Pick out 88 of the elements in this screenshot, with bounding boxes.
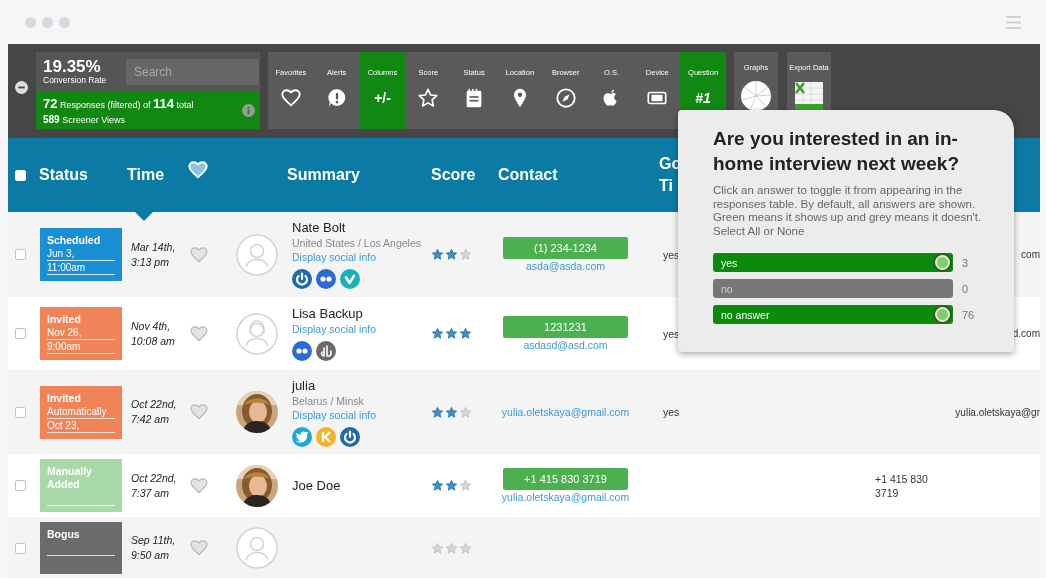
- table-cell: com: [1021, 249, 1040, 260]
- dots-icon[interactable]: [316, 269, 336, 289]
- answer-toggle[interactable]: no answer: [713, 305, 953, 324]
- email-link[interactable]: asdasd@asd.com: [523, 337, 608, 352]
- column-header[interactable]: Status: [32, 166, 127, 184]
- phone-button[interactable]: 1231231: [503, 315, 628, 338]
- select-all-checkbox[interactable]: [15, 169, 26, 181]
- column-header[interactable]: Time: [127, 166, 187, 184]
- response-time: Oct 22nd,: [131, 397, 178, 412]
- respondent-name: Lisa Backup: [292, 306, 364, 322]
- status-badge[interactable]: Invited Automatically Oct 23,: [40, 385, 122, 439]
- status-date: Oct 23,: [47, 418, 115, 433]
- column-header[interactable]: Summary: [287, 166, 425, 184]
- response-time: Mar 14th,: [131, 239, 177, 255]
- row-checkbox[interactable]: [15, 328, 26, 339]
- answer-count: 0: [962, 282, 969, 295]
- avatar-placeholder-icon: [236, 233, 278, 276]
- heart-icon: [279, 87, 302, 109]
- menu-icon[interactable]: [1006, 15, 1021, 29]
- conversion-rate-label: Conversion Rate: [43, 75, 108, 85]
- response-time: 7:42 am: [131, 412, 170, 427]
- status-badge[interactable]: Scheduled Jun 3, 11:00am: [40, 228, 122, 281]
- search-field[interactable]: Search: [126, 58, 259, 85]
- popover-title: Are you interested in an in-home interview next week?: [713, 127, 961, 176]
- column-header[interactable]: Score: [425, 166, 495, 184]
- row-checkbox[interactable]: [15, 542, 26, 554]
- conversion-rate: 19.35%: [43, 58, 102, 75]
- response-time: 10:08 am: [131, 333, 176, 349]
- collapse-icon[interactable]: [15, 81, 28, 94]
- bird-icon[interactable]: [292, 426, 312, 447]
- status-date: Jun 3,: [47, 247, 115, 261]
- respondent-location: Belarus / Minsk: [292, 393, 365, 408]
- status-date: Automatically: [47, 404, 115, 419]
- status-date: 11:00am: [47, 261, 115, 275]
- email-link[interactable]: asda@asda.com: [526, 258, 605, 273]
- star-icon: [417, 87, 440, 109]
- power-icon[interactable]: [292, 269, 312, 289]
- status-badge[interactable]: Bogus: [40, 522, 122, 574]
- avatar-placeholder-icon: [236, 527, 278, 569]
- social-info-link[interactable]: Display social info: [292, 322, 425, 336]
- response-time: Sep 11th,: [131, 533, 177, 548]
- status-date: 9:00am: [47, 340, 115, 354]
- column-header[interactable]: Contact: [495, 166, 640, 184]
- row-checkbox[interactable]: [15, 406, 26, 418]
- status-label: Scheduled: [47, 234, 102, 247]
- compass-icon: [554, 87, 577, 109]
- avatar-placeholder-icon: [236, 312, 278, 355]
- dots-icon[interactable]: [292, 341, 312, 361]
- screener-views: 589 Screener Views: [43, 113, 127, 125]
- window-controls-icon: [25, 16, 70, 28]
- table-cell: +1 415 830 3719: [875, 472, 928, 499]
- row-checkbox[interactable]: [15, 480, 26, 491]
- row-checkbox[interactable]: [15, 249, 26, 260]
- respondent-name: julia: [292, 377, 317, 394]
- respondent-location: United States / Los Angeles: [292, 236, 422, 250]
- email-link[interactable]: yulia.oletskaya@gmail.com: [501, 405, 630, 419]
- responses-count: 72 Responses (filtered) of 114 total: [43, 95, 194, 111]
- table-cell: yes: [663, 406, 680, 418]
- answer-count: 3: [962, 256, 969, 269]
- status-label: Bogus: [47, 528, 81, 541]
- table-cell: yulia.oletskaya@gr: [955, 406, 1040, 418]
- answer-toggle[interactable]: yes: [713, 253, 953, 272]
- response-time: Oct 22nd,: [131, 470, 178, 486]
- phone-button[interactable]: +1 415 830 3719: [503, 467, 628, 490]
- answer-count: 76: [962, 308, 975, 321]
- status-label: Invited: [47, 313, 82, 326]
- power-icon[interactable]: [340, 426, 360, 447]
- info-icon[interactable]: [242, 103, 255, 117]
- social-info-link[interactable]: Display social info: [292, 407, 425, 422]
- pie-chart-icon: [739, 80, 772, 112]
- phone-button[interactable]: (1) 234-1234: [503, 236, 628, 259]
- social-info-link[interactable]: Display social info: [292, 250, 425, 264]
- response-time: 9:50 am: [131, 548, 170, 563]
- email-link[interactable]: yulia.oletskaya@gmail.com: [501, 489, 630, 504]
- status-badge[interactable]: Invited Nov 26, 9:00am: [40, 307, 122, 360]
- vee-icon[interactable]: [340, 269, 360, 289]
- heart-icon[interactable]: [187, 159, 209, 181]
- response-time: 3:13 pm: [131, 254, 170, 270]
- alert-icon: [325, 87, 348, 109]
- status-label: Invited: [47, 391, 82, 405]
- respondent-name: Joe Doe: [292, 477, 342, 494]
- status-date: Nov 26,: [47, 326, 115, 340]
- response-time: Nov 4th,: [131, 318, 172, 334]
- status-label: Manually Added: [47, 465, 93, 491]
- respondent-name: Nate Bolt: [292, 220, 347, 236]
- answer-toggle[interactable]: no: [713, 279, 953, 298]
- popover-description: Click an answer to toggle it from appearing in the responses table. By default, all answers are shown. Green means it shows up and grey means it doesn't. Select All or None: [713, 184, 983, 238]
- response-time: 7:37 am: [131, 485, 170, 501]
